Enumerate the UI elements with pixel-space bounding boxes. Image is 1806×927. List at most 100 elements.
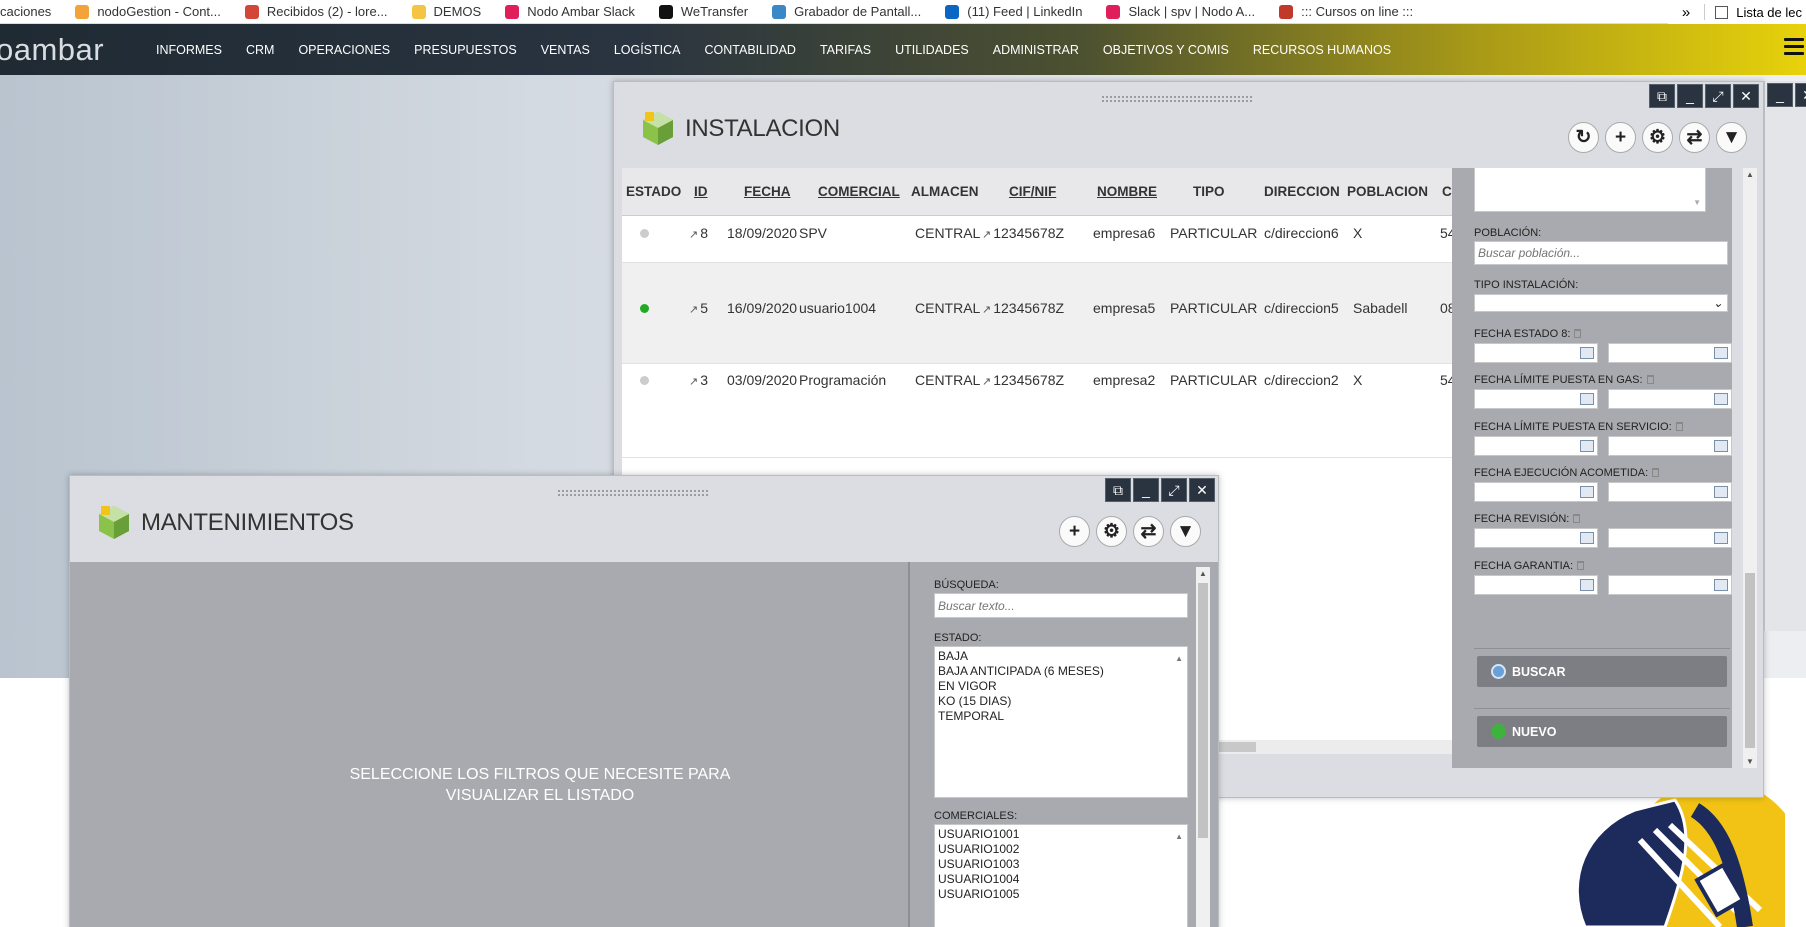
- window-header[interactable]: MANTENIMIENTOS ⧉ _ ⤢ ✕ + ⚙ ⇄ ▼: [70, 476, 1218, 562]
- calendar-icon[interactable]: [1580, 347, 1594, 359]
- tipo-instalacion-select[interactable]: ⌄: [1474, 294, 1728, 312]
- scroll-up-icon[interactable]: ▲: [1746, 170, 1754, 179]
- nav-item[interactable]: CONTABILIDAD: [705, 43, 796, 57]
- filter-textarea[interactable]: ▼: [1474, 168, 1706, 212]
- bookmark-item[interactable]: ::: Cursos on line :::: [1269, 4, 1427, 19]
- add-icon[interactable]: +: [1059, 516, 1090, 547]
- app-logo[interactable]: oambar: [0, 32, 156, 68]
- settings-gear-icon[interactable]: ⚙: [1096, 516, 1127, 547]
- column-header-id[interactable]: ID: [694, 184, 708, 199]
- add-icon[interactable]: +: [1605, 122, 1636, 153]
- column-header-fecha[interactable]: FECHA: [744, 184, 791, 199]
- drag-handle[interactable]: [1102, 96, 1252, 102]
- trash-icon[interactable]: [1675, 421, 1683, 431]
- list-option[interactable]: USUARIO1005: [938, 887, 1184, 902]
- filter-panel-scrollbar[interactable]: ▲: [1196, 567, 1210, 927]
- nav-item[interactable]: VENTAS: [541, 43, 590, 57]
- external-link-icon[interactable]: ↗: [689, 229, 698, 241]
- calendar-icon[interactable]: [1714, 532, 1728, 545]
- reading-list-button[interactable]: Lista de lec: [1736, 5, 1806, 20]
- external-link-icon[interactable]: ↗: [982, 229, 991, 241]
- calendar-icon[interactable]: [1580, 439, 1594, 452]
- nav-item[interactable]: CRM: [246, 43, 274, 57]
- bookmark-item[interactable]: (11) Feed | LinkedIn: [935, 4, 1096, 19]
- buscar-button[interactable]: BUSCAR: [1477, 656, 1727, 687]
- busqueda-search-input[interactable]: [934, 593, 1188, 618]
- cell-cif[interactable]: ↗ 12345678Z: [982, 225, 1064, 241]
- column-header-direccion[interactable]: DIRECCION: [1264, 184, 1340, 199]
- trash-icon[interactable]: [1577, 560, 1585, 570]
- close-icon[interactable]: ✕: [1795, 83, 1806, 107]
- date-from-input[interactable]: [1474, 389, 1598, 410]
- export-icon[interactable]: ⇄: [1679, 122, 1710, 153]
- calendar-icon[interactable]: [1580, 578, 1594, 591]
- bookmark-item[interactable]: Recibidos (2) - lore...: [235, 4, 402, 19]
- calendar-icon[interactable]: [1714, 347, 1728, 359]
- column-header-nombre[interactable]: NOMBRE: [1097, 184, 1157, 199]
- column-header-poblacion[interactable]: POBLACION: [1347, 184, 1428, 199]
- close-icon[interactable]: ✕: [1733, 84, 1759, 108]
- minimize-icon[interactable]: _: [1677, 84, 1703, 108]
- column-header-cif[interactable]: CIF/NIF: [1009, 184, 1056, 199]
- cell-id[interactable]: ↗ 5: [689, 300, 708, 316]
- reading-list-icon[interactable]: [1715, 5, 1729, 19]
- cell-id[interactable]: ↗ 3: [689, 372, 708, 388]
- export-icon[interactable]: ⇄: [1133, 516, 1164, 547]
- drag-handle[interactable]: [558, 490, 708, 496]
- popout-icon[interactable]: ⧉: [1649, 84, 1675, 108]
- calendar-icon[interactable]: [1714, 485, 1728, 498]
- table-row[interactable]: ↗ 8 18/09/2020 SPV CENTRAL ↗ 12345678Z empresa6…: [622, 216, 1455, 263]
- bookmarks-more-button[interactable]: »: [1668, 4, 1704, 21]
- bookmark-item[interactable]: DEMOS: [402, 4, 496, 19]
- nav-item[interactable]: UTILIDADES: [895, 43, 969, 57]
- date-to-input[interactable]: [1608, 481, 1732, 502]
- date-from-input[interactable]: [1474, 528, 1598, 549]
- bookmark-item[interactable]: nodoGestion - Cont...: [65, 4, 235, 19]
- external-link-icon[interactable]: ↗: [689, 376, 698, 388]
- date-from-input[interactable]: [1474, 481, 1598, 502]
- poblacion-search-input[interactable]: [1474, 241, 1728, 265]
- filter-icon[interactable]: ▼: [1170, 516, 1201, 547]
- date-to-input[interactable]: [1608, 574, 1732, 595]
- minimize-icon[interactable]: _: [1133, 478, 1159, 502]
- date-to-input[interactable]: [1608, 435, 1732, 456]
- hamburger-menu-icon[interactable]: [1784, 38, 1804, 59]
- column-header-tipo[interactable]: TIPO: [1193, 184, 1225, 199]
- maximize-icon[interactable]: ⤢: [1161, 478, 1187, 502]
- trash-icon[interactable]: [1646, 375, 1654, 385]
- column-header-estado[interactable]: ESTADO: [626, 184, 681, 199]
- comerciales-listbox[interactable]: USUARIO1001 USUARIO1002 USUARIO1003 USUARIO…: [934, 824, 1188, 927]
- table-row[interactable]: ↗ 3 03/09/2020 Programación CENTRAL ↗ 12345678…: [622, 364, 1455, 458]
- column-header-almacen[interactable]: ALMACEN: [911, 184, 979, 199]
- calendar-icon[interactable]: [1714, 393, 1728, 406]
- window-header[interactable]: INSTALACION ⧉ _ ⤢ ✕ ↻ + ⚙ ⇄ ▼: [614, 82, 1763, 168]
- nav-item[interactable]: OPERACIONES: [298, 43, 390, 57]
- maximize-icon[interactable]: ⤢: [1705, 84, 1731, 108]
- date-from-input[interactable]: [1474, 435, 1598, 456]
- scroll-up-icon[interactable]: ▲: [1175, 829, 1183, 844]
- settings-gear-icon[interactable]: ⚙: [1642, 122, 1673, 153]
- cell-id[interactable]: ↗ 8: [689, 225, 708, 241]
- bookmark-item[interactable]: Grabador de Pantall...: [762, 4, 935, 19]
- refresh-icon[interactable]: ↻: [1568, 122, 1599, 153]
- list-option[interactable]: USUARIO1001: [938, 827, 1184, 842]
- list-option[interactable]: TEMPORAL: [938, 709, 1184, 724]
- scroll-up-icon[interactable]: ▲: [1175, 651, 1183, 666]
- minimize-icon[interactable]: _: [1767, 83, 1793, 107]
- bookmark-item[interactable]: Slack | spv | Nodo A...: [1096, 4, 1269, 19]
- scroll-down-icon[interactable]: ▼: [1746, 757, 1754, 766]
- date-from-input[interactable]: [1474, 343, 1598, 363]
- nav-item[interactable]: INFORMES: [156, 43, 222, 57]
- external-link-icon[interactable]: ↗: [982, 304, 991, 316]
- nav-item[interactable]: TARIFAS: [820, 43, 871, 57]
- list-option[interactable]: USUARIO1002: [938, 842, 1184, 857]
- table-row[interactable]: ↗ 5 16/09/2020 usuario1004 CENTRAL ↗ 12345678Z…: [622, 263, 1455, 364]
- bookmark-item[interactable]: WeTransfer: [649, 4, 762, 19]
- nav-item[interactable]: PRESUPUESTOS: [414, 43, 517, 57]
- filter-panel-scrollbar[interactable]: ▲ ▼: [1743, 168, 1757, 768]
- list-option[interactable]: BAJA: [938, 649, 1184, 664]
- list-option[interactable]: EN VIGOR: [938, 679, 1184, 694]
- estado-listbox[interactable]: BAJA BAJA ANTICIPADA (6 MESES) EN VIGOR KO …: [934, 646, 1188, 798]
- popout-icon[interactable]: ⧉: [1105, 478, 1131, 502]
- external-link-icon[interactable]: ↗: [982, 376, 991, 388]
